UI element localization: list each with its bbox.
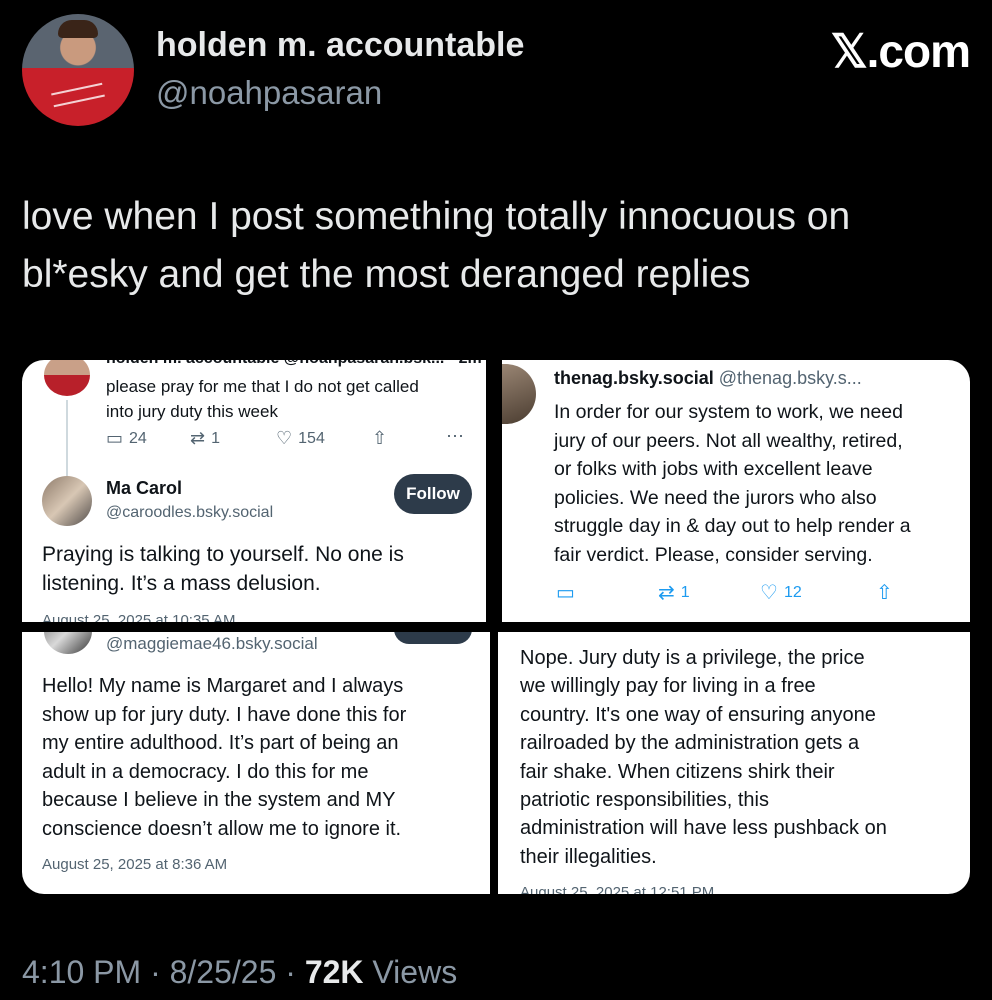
- author-handle[interactable]: @maggiemae46.bsky.social: [106, 634, 318, 654]
- tweet-text-line: love when I post something totally innoc…: [22, 195, 851, 238]
- repost-count: 1: [211, 429, 220, 447]
- reply-text-line: Praying is talking to yourself. No one i…: [42, 543, 404, 566]
- share-action[interactable]: ⇧: [372, 428, 387, 449]
- reply-date: August 25, 2025 at 8:36 AM: [42, 856, 228, 873]
- reply-text-line: administration will have less pushback o…: [520, 817, 887, 840]
- reply-text-line: country. It's one way of ensuring anyone: [520, 703, 876, 726]
- post-text-line: please pray for me that I do not get cal…: [106, 377, 419, 396]
- share-action[interactable]: ⇧: [876, 580, 893, 605]
- screenshot-panel-1[interactable]: holden m. accountable @noahpasaran.bsk..…: [22, 360, 486, 622]
- reply-author-name[interactable]: Ma Carol: [106, 478, 182, 499]
- post-text-line: In order for our system to work, we need: [554, 401, 903, 423]
- like-count: 154: [298, 429, 325, 447]
- reply-text-line: their illegalities.: [520, 845, 657, 868]
- avatar: [44, 632, 92, 654]
- like-count: 12: [783, 583, 802, 601]
- reply-text-line: Hello! My name is Margaret and I always: [42, 675, 404, 697]
- avatar-hair: [58, 20, 98, 38]
- heart-icon: ♡: [276, 428, 293, 448]
- post-text: please pray for me that I do not get cal…: [106, 374, 419, 424]
- views-count: 72K: [304, 954, 364, 990]
- post-text-line: or folks with jobs with excellent leave: [554, 458, 873, 481]
- tweet-text: love when I post something totally innoc…: [22, 188, 962, 304]
- tweet-header: holden m. accountable @noahpasaran 𝕏.com: [22, 14, 971, 126]
- reply-text-line: conscience doesn’t allow me to ignore it…: [42, 817, 402, 840]
- reply-text: Nope. Jury duty is a privilege, the pric…: [520, 644, 887, 871]
- reply-text-line: railroaded by the administration gets a: [520, 732, 860, 755]
- post-text-line: fair verdict. Please, consider serving.: [554, 543, 873, 566]
- repost-action[interactable]: ⇄ 1: [190, 428, 220, 449]
- repost-icon: ⇄: [658, 582, 675, 604]
- post-author: thenag.bsky.social @thenag.bsky.s...: [554, 368, 862, 389]
- reply-text-line: patriotic responsibilities, this: [520, 789, 769, 812]
- reply-date: August 25, 2025 at 12:51 PM: [520, 884, 715, 894]
- heart-icon: ♡: [760, 582, 778, 604]
- like-action[interactable]: ♡ 12: [760, 580, 802, 605]
- reply-text-line: because I believe in the system and MY: [42, 789, 396, 812]
- separator: ·: [285, 954, 305, 990]
- author-name[interactable]: thenag.bsky.social: [554, 368, 714, 388]
- post-text: In order for our system to work, we need…: [554, 398, 911, 570]
- more-action[interactable]: ⋯: [446, 426, 464, 447]
- separator: ·: [150, 954, 170, 990]
- display-name[interactable]: holden m. accountable: [156, 26, 524, 65]
- reply-text: Hello! My name is Margaret and I always …: [42, 672, 406, 844]
- reply-action[interactable]: ▭ 24: [106, 428, 147, 449]
- reply-text-line: Nope. Jury duty is a privilege, the pric…: [520, 647, 865, 669]
- avatar[interactable]: [22, 14, 134, 126]
- screenshot-panel-3[interactable]: @maggiemae46.bsky.social Hello! My name …: [22, 632, 490, 894]
- repost-action[interactable]: ⇄ 1: [658, 580, 690, 605]
- reply-text-line: adult in a democracy. I do this for me: [42, 760, 369, 783]
- reply-date: August 25, 2025 at 10:35 AM: [42, 612, 236, 622]
- avatar[interactable]: [42, 476, 92, 526]
- reply-text-line: show up for jury duty. I have done this …: [42, 703, 407, 726]
- avatar: [44, 360, 90, 396]
- reply-icon: ▭: [556, 582, 575, 604]
- cut-post-header: holden m. accountable @noahpasaran.bsk..…: [106, 360, 482, 368]
- x-logo: 𝕏.com: [830, 25, 971, 77]
- views-label: Views: [372, 954, 458, 990]
- share-icon: ⇧: [876, 582, 893, 604]
- reply-text-line: my entire adulthood. It’s part of being …: [42, 732, 399, 755]
- author-handle[interactable]: @thenag.bsky.s...: [719, 368, 862, 388]
- reply-icon: ▭: [106, 428, 124, 448]
- follow-button[interactable]: [394, 632, 472, 644]
- tweet-media-grid[interactable]: holden m. accountable @noahpasaran.bsk..…: [22, 360, 970, 894]
- post-time[interactable]: 4:10 PM: [22, 954, 141, 990]
- post-text-line: into jury duty this week: [106, 402, 278, 421]
- repost-icon: ⇄: [190, 428, 206, 448]
- screenshot-panel-4[interactable]: Nope. Jury duty is a privilege, the pric…: [498, 632, 970, 894]
- reply-action[interactable]: ▭: [556, 580, 575, 605]
- repost-count: 1: [680, 583, 690, 601]
- tweet-meta: 4:10 PM · 8/25/25 · 72K Views: [22, 954, 457, 991]
- post-text-line: struggle day in & day out to help render…: [554, 515, 911, 538]
- reply-text: Praying is talking to yourself. No one i…: [42, 540, 404, 598]
- avatar: [502, 364, 536, 424]
- reply-text-line: listening. It’s a mass delusion.: [42, 572, 321, 595]
- reply-count: 24: [129, 429, 147, 447]
- more-icon: ⋯: [446, 426, 464, 446]
- reply-text-line: we willingly pay for living in a free: [520, 675, 816, 698]
- follow-button[interactable]: Follow: [394, 474, 472, 514]
- screenshot-panel-2[interactable]: thenag.bsky.social @thenag.bsky.s... In …: [502, 360, 970, 622]
- post-date[interactable]: 8/25/25: [170, 954, 277, 990]
- like-action[interactable]: ♡ 154: [276, 428, 325, 449]
- thread-line: [66, 400, 68, 488]
- user-handle[interactable]: @noahpasaran: [156, 74, 382, 112]
- avatar-shirt: [51, 82, 105, 108]
- reply-text-line: fair shake. When citizens shirk their: [520, 760, 835, 783]
- reply-author-handle[interactable]: @caroodles.bsky.social: [106, 504, 273, 522]
- share-icon: ⇧: [372, 428, 388, 448]
- post-text-line: policies. We need the jurors who also: [554, 486, 877, 509]
- tweet-text-line: bl*esky and get the most deranged replie…: [22, 253, 751, 296]
- post-text-line: jury of our peers. Not all wealthy, reti…: [554, 429, 903, 452]
